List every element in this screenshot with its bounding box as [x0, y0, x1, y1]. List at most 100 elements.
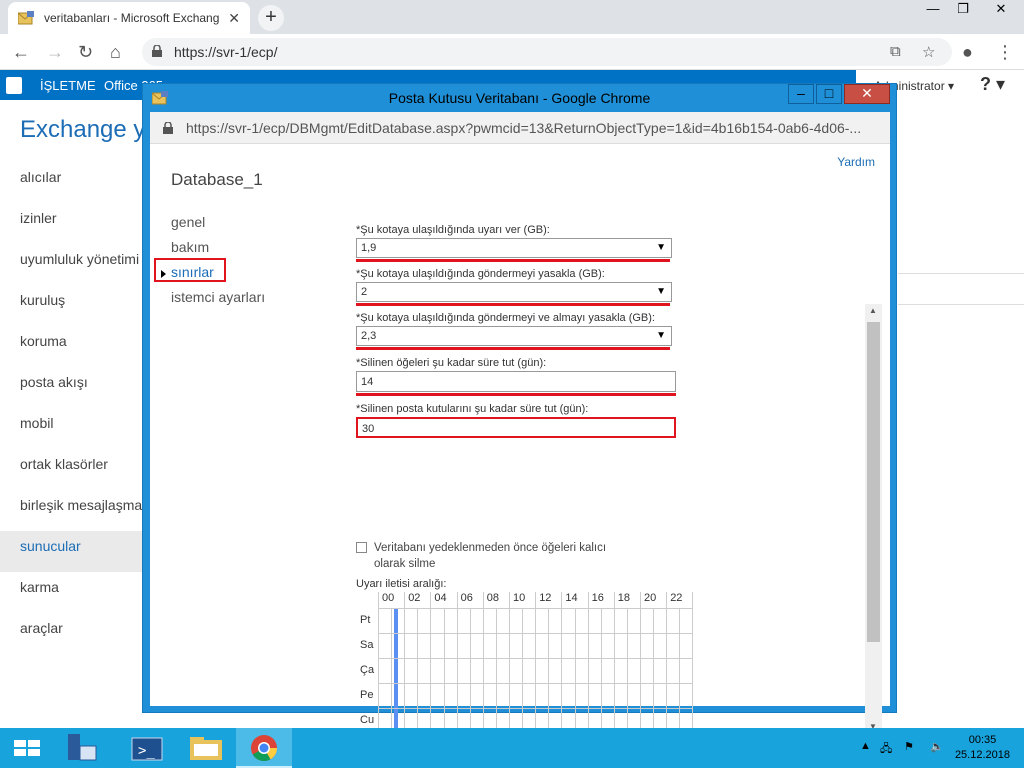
- sidebar-item-koruma[interactable]: koruma: [0, 326, 150, 367]
- database-name: Database_1: [171, 170, 263, 189]
- system-clock[interactable]: 00:35 25.12.2018: [955, 733, 1010, 763]
- schedule-grid-line: [692, 592, 693, 738]
- sidebar-item-sunucular[interactable]: sunucular: [0, 531, 150, 572]
- schedule-hour-label: 16: [591, 592, 604, 604]
- help-link[interactable]: Yardım: [837, 155, 875, 169]
- schedule-label: Uyarı iletisi aralığı:: [356, 578, 447, 590]
- sidebar-item-uyumluluk[interactable]: uyumluluk yönetimi: [0, 244, 150, 285]
- warn-quota-select[interactable]: 1,9 ▼: [356, 238, 672, 258]
- nav-genel[interactable]: genel: [171, 214, 265, 239]
- checkbox-label-line-1: Veritabanı yedeklenmeden önce öğeleri ka…: [374, 542, 607, 554]
- sidebar-item-ortak-klasorler[interactable]: ortak klasörler: [0, 449, 150, 490]
- action-center-icon[interactable]: ⚑: [904, 740, 914, 753]
- sidebar-item-birlesik-mesajlasma[interactable]: birleşik mesajlaşma: [0, 490, 150, 531]
- exchange-favicon-icon: [18, 11, 34, 25]
- menu-icon[interactable]: ⋮: [996, 42, 1014, 63]
- taskbar: >_ ▲ 🖧 ⚑ 🔈 00:35 25.12.2018: [0, 728, 1024, 768]
- address-bar[interactable]: https://svr-1/ecp/ ⧉ ☆: [142, 38, 952, 66]
- translate-icon[interactable]: ⧉: [890, 43, 901, 60]
- schedule-grid-line: [417, 608, 419, 738]
- schedule-hour-label: 02: [408, 592, 421, 604]
- send-receive-quota-value: 2,3: [361, 330, 377, 342]
- browser-tab-strip: veritabanları - Microsoft Exchang ✕ + — …: [0, 0, 1024, 34]
- vertical-scrollbar[interactable]: ▲ ▼: [865, 304, 882, 734]
- schedule-hour-label: 18: [617, 592, 631, 604]
- restore-button[interactable]: ❐: [948, 0, 978, 20]
- tab-title: veritabanları - Microsoft Exchang: [44, 11, 219, 25]
- sidebar-item-araclar[interactable]: araçlar: [0, 613, 150, 654]
- chrome-taskbar-icon[interactable]: [236, 728, 292, 768]
- schedule-day-label: Cu: [360, 714, 375, 726]
- minimize-button[interactable]: —: [918, 0, 948, 20]
- limits-form: *Şu kotaya ulaşıldığında uyarı ver (GB):…: [356, 224, 876, 438]
- popup-title: Posta Kutusu Veritabanı - Google Chrome: [388, 90, 651, 106]
- tab-close-icon[interactable]: ✕: [228, 10, 240, 27]
- address-url: https://svr-1/ecp/: [174, 44, 278, 60]
- office-logo-icon: [6, 77, 22, 94]
- nav-isletme[interactable]: İŞLETME: [40, 78, 96, 93]
- checkbox[interactable]: [356, 542, 367, 553]
- schedule-hour-label: 06: [460, 592, 473, 604]
- schedule-grid-line: [509, 592, 510, 738]
- scroll-thumb[interactable]: [867, 322, 880, 642]
- schedule-hour-label: 08: [486, 592, 500, 604]
- deleted-items-input[interactable]: 14: [356, 371, 676, 392]
- scroll-up-icon[interactable]: ▲: [869, 306, 877, 315]
- tray-chevron-icon[interactable]: ▲: [860, 740, 871, 752]
- powershell-taskbar-icon[interactable]: >_: [120, 728, 176, 768]
- browser-tab[interactable]: veritabanları - Microsoft Exchang ✕: [8, 2, 250, 34]
- sidebar-item-mobil[interactable]: mobil: [0, 408, 150, 449]
- forward-icon[interactable]: →: [46, 42, 64, 63]
- home-icon[interactable]: ⌂: [110, 42, 121, 63]
- network-icon[interactable]: 🖧: [880, 740, 892, 759]
- popup-url: https://svr-1/ecp/DBMgmt/EditDatabase.as…: [186, 120, 862, 136]
- schedule-grid-line: [587, 592, 589, 738]
- nav-istemci-ayarlari[interactable]: istemci ayarları: [171, 289, 265, 314]
- sidebar-item-kurulus[interactable]: kuruluş: [0, 285, 150, 326]
- checkbox-label: Veritabanı yedeklenmeden önce öğeleri ka…: [374, 540, 606, 572]
- send-receive-quota-select[interactable]: 2,3 ▼: [356, 326, 672, 346]
- popup-window: Posta Kutusu Veritabanı - Google Chrome …: [142, 83, 897, 768]
- clock-date: 25.12.2018: [954, 749, 1010, 761]
- sidebar-item-izinler[interactable]: izinler: [0, 203, 150, 244]
- volume-icon[interactable]: 🔈: [930, 740, 944, 753]
- popup-close-button[interactable]: ✕: [844, 84, 890, 104]
- back-icon[interactable]: ←: [12, 42, 30, 63]
- schedule-grid-line: [561, 592, 563, 738]
- schedule-hour-label: 14: [565, 592, 578, 604]
- reload-icon[interactable]: ↻: [78, 42, 93, 63]
- warn-quota-label: *Şu kotaya ulaşıldığında uyarı ver (GB):: [356, 224, 550, 236]
- send-quota-select[interactable]: 2 ▼: [356, 282, 672, 302]
- window-controls: — ❐ ✕: [918, 0, 1024, 20]
- dropdown-arrow-icon: ▼: [656, 286, 666, 297]
- sidebar-item-posta-akisi[interactable]: posta akışı: [0, 367, 150, 408]
- close-window-button[interactable]: ✕: [978, 0, 1024, 20]
- schedule-grid-line: [378, 633, 693, 634]
- deleted-mailboxes-label: *Silinen posta kutularını şu kadar süre …: [356, 403, 589, 415]
- schedule-grid-line: [522, 608, 524, 738]
- popup-minimize-button[interactable]: –: [788, 84, 814, 104]
- deleted-mailboxes-input[interactable]: 30: [356, 417, 676, 438]
- divider: [898, 273, 1024, 274]
- no-delete-before-backup-checkbox-row[interactable]: Veritabanı yedeklenmeden önce öğeleri ka…: [356, 540, 606, 572]
- account-icon[interactable]: ●: [962, 42, 973, 63]
- help-menu[interactable]: ? ▾: [980, 74, 1005, 95]
- schedule-day-label: Sa: [360, 639, 374, 651]
- start-button[interactable]: [0, 728, 56, 768]
- schedule-grid-line: [456, 592, 458, 738]
- sidebar-item-alicilar[interactable]: alıcılar: [0, 162, 150, 203]
- schedule-grid-line: [378, 708, 693, 709]
- sidebar-item-karma[interactable]: karma: [0, 572, 150, 613]
- schedule-grid-line: [378, 658, 693, 659]
- server-manager-taskbar-icon[interactable]: [56, 728, 112, 768]
- schedule-grid-line: [469, 608, 471, 738]
- popup-maximize-button[interactable]: □: [816, 84, 842, 104]
- schedule-grid-line: [679, 608, 681, 738]
- schedule-grid-line: [378, 608, 693, 609]
- new-tab-button[interactable]: +: [258, 5, 284, 31]
- nav-sinirlar[interactable]: sınırlar: [154, 258, 265, 289]
- schedule-grid[interactable]: 00 02 04 06 08 10 12 14 16 18 20 22 Pt Sa Ça Pe Cu: [356, 592, 693, 738]
- file-explorer-taskbar-icon[interactable]: [178, 728, 234, 768]
- lock-icon: [163, 122, 173, 134]
- bookmark-star-icon[interactable]: ☆: [922, 43, 935, 61]
